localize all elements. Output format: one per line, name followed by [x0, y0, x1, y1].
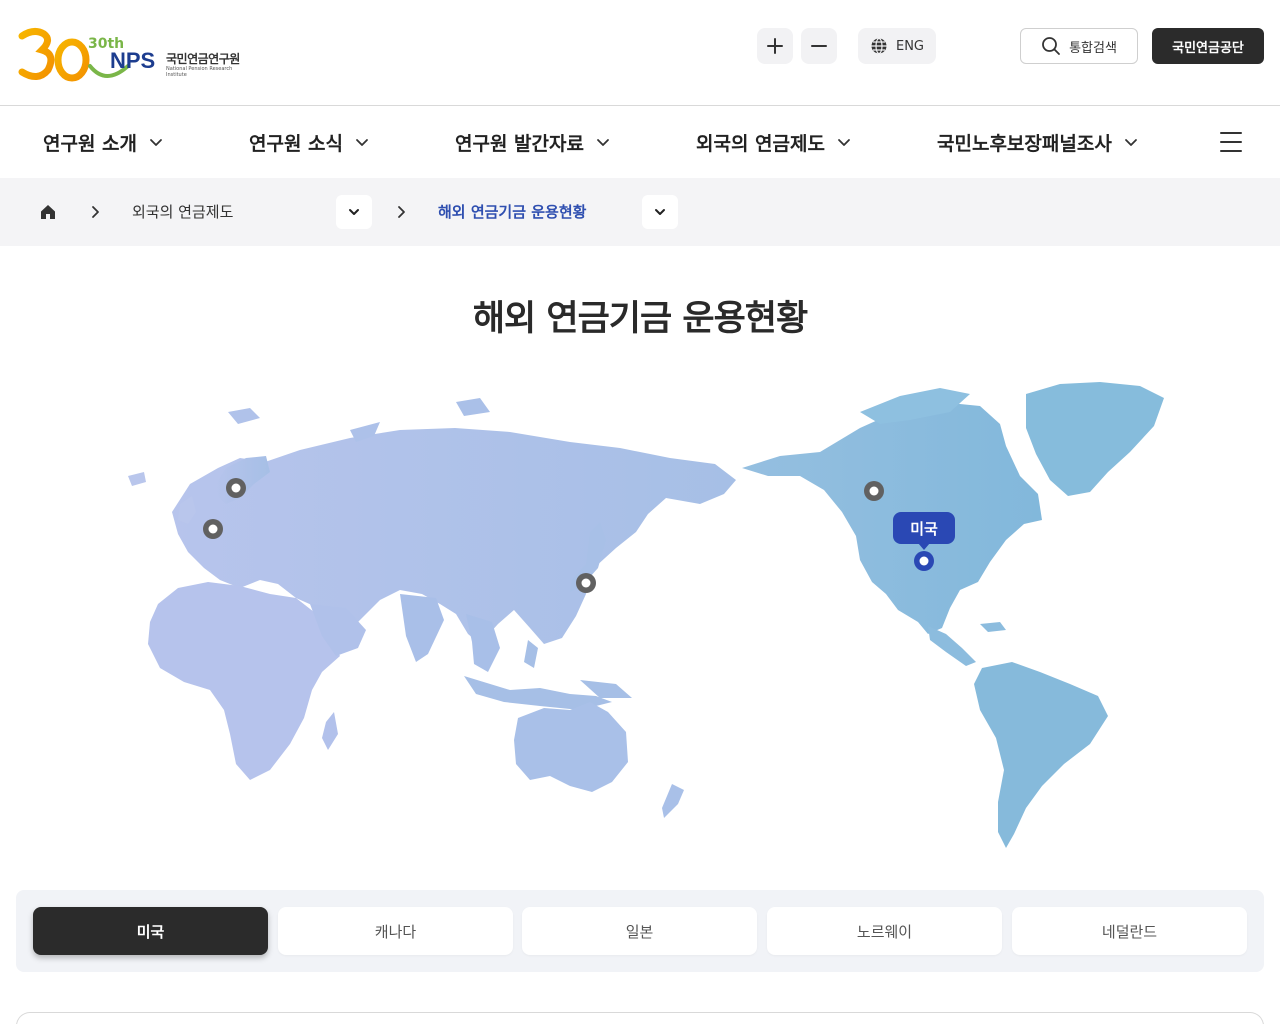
gnb-item-news[interactable]: 연구원 소식 — [249, 106, 369, 178]
land-greenland — [1026, 382, 1164, 496]
language-label: ENG — [895, 38, 924, 54]
tab-netherlands[interactable]: 네덜란드 — [1012, 907, 1247, 955]
tab-canada[interactable]: 캐나다 — [278, 907, 513, 955]
nps-link-button[interactable]: 국민연금공단 — [1152, 28, 1264, 64]
continent-australia — [514, 702, 628, 792]
land-iceland — [128, 472, 146, 486]
map-pin-norway[interactable] — [226, 478, 246, 498]
breadcrumb-level1[interactable]: 외국의 연금제도 — [132, 201, 233, 222]
map-selected-tooltip: 미국 — [893, 512, 955, 550]
tab-norway[interactable]: 노르웨이 — [767, 907, 1002, 955]
minus-icon — [811, 45, 827, 47]
land-new-guinea — [580, 680, 632, 698]
gnb-item-panel-survey[interactable]: 국민노후보장패널조사 — [937, 106, 1138, 178]
breadcrumb-level1-dropdown[interactable] — [336, 195, 372, 229]
gnb-item-label: 외국의 연금제도 — [696, 132, 825, 155]
site-header: 30th NPS 국민연금연구원 National Pension Resear… — [0, 0, 1280, 106]
page-title: 해외 연금기금 운용현황 — [472, 299, 808, 339]
language-button[interactable]: ENG — [858, 28, 936, 64]
gnb-item-label: 연구원 발간자료 — [455, 132, 584, 155]
land-india — [400, 594, 444, 662]
land-new-zealand — [662, 784, 684, 818]
gnb-item-label: 국민노후보장패널조사 — [937, 132, 1112, 155]
chevron-down-icon — [597, 139, 609, 146]
hamburger-menu-icon[interactable] — [1216, 130, 1246, 154]
gnb-item-about[interactable]: 연구원 소개 — [43, 106, 163, 178]
home-icon[interactable] — [38, 202, 58, 222]
zoom-in-button[interactable] — [757, 28, 793, 64]
logo-name: 국민연금연구원 — [166, 52, 240, 66]
land-philippines — [524, 640, 538, 668]
map-pin-canada[interactable] — [864, 481, 884, 501]
continent-south-america — [974, 662, 1108, 848]
chevron-right-icon — [92, 206, 99, 218]
globe-icon — [871, 37, 887, 55]
country-tabs: 미국 캐나다 일본 노르웨이 네덜란드 — [16, 890, 1264, 972]
logo-brand: NPS — [110, 48, 156, 73]
map-pin-netherlands[interactable] — [203, 519, 223, 539]
breadcrumb-level2-dropdown[interactable] — [642, 195, 678, 229]
gnb-item-label: 연구원 소개 — [43, 132, 138, 155]
chevron-down-icon — [1124, 139, 1137, 146]
logo-subtitle: National Pension Research Institute — [166, 66, 233, 78]
chevron-right-icon — [398, 206, 405, 218]
chevron-down-icon — [356, 139, 368, 146]
main-navigation: 연구원 소개 연구원 소식 연구원 발간자료 외국의 연금제도 국민노후보장패널… — [0, 106, 1280, 178]
search-icon — [1042, 37, 1060, 55]
gnb-item-label: 연구원 소식 — [249, 132, 344, 155]
world-map — [128, 382, 1164, 848]
search-label: 통합검색 — [1069, 40, 1117, 56]
plus-icon — [767, 38, 783, 54]
tab-japan[interactable]: 일본 — [522, 907, 757, 955]
integrated-search-button[interactable]: 통합검색 — [1020, 28, 1138, 64]
continent-africa — [148, 582, 340, 780]
breadcrumb-current[interactable]: 해외 연금기금 운용현황 — [438, 201, 586, 222]
map-pin-japan[interactable] — [576, 573, 596, 593]
zoom-out-button[interactable] — [801, 28, 837, 64]
chevron-down-icon — [150, 139, 162, 146]
gnb-item-publications[interactable]: 연구원 발간자료 — [455, 106, 610, 178]
chevron-down-icon — [838, 139, 850, 146]
gnb-item-foreign-pension[interactable]: 외국의 연금제도 — [696, 106, 851, 178]
continent-north-america — [742, 402, 1042, 634]
content-panel — [16, 1012, 1264, 1024]
site-logo[interactable]: 30th NPS 국민연금연구원 National Pension Resear… — [16, 26, 252, 86]
land-madagascar — [322, 712, 338, 750]
map-pin-usa[interactable] — [914, 551, 934, 571]
breadcrumb: 외국의 연금제도 해외 연금기금 운용현황 — [0, 178, 1280, 246]
tab-usa[interactable]: 미국 — [33, 907, 268, 955]
land-central-america — [928, 626, 976, 666]
chevron-down-icon — [655, 209, 665, 215]
land-caribbean — [980, 622, 1006, 632]
land-svalbard — [228, 408, 260, 424]
land-severnaya — [456, 398, 490, 416]
chevron-down-icon — [349, 209, 359, 215]
